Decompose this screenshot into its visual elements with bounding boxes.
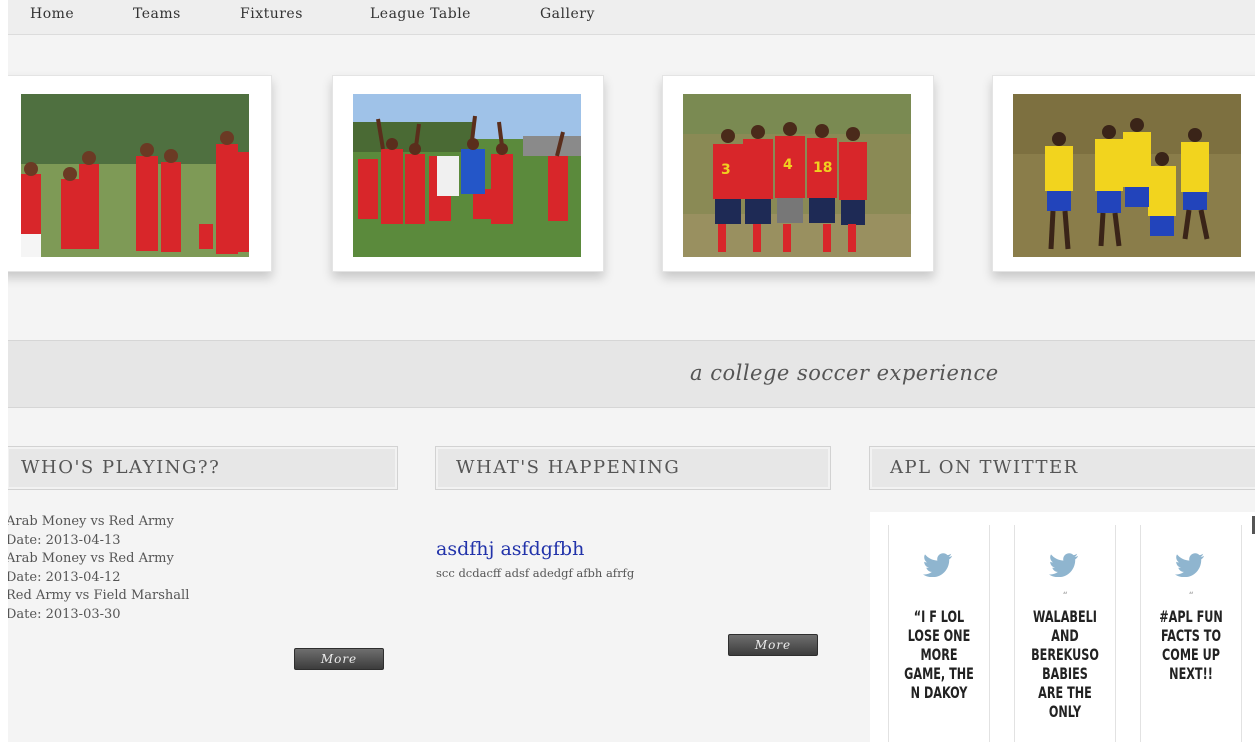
whats-happening-header: WHAT'S HAPPENING	[435, 446, 831, 490]
page: Home Teams Fixtures League Table Gallery	[8, 0, 1255, 742]
tweet-text: WALABELI AND BEREKUSO BABIES ARE THE ONL…	[1031, 607, 1099, 721]
news-body: scc dcdacff adsf adedgf afbh afrfg	[436, 566, 635, 580]
fixtures-list: Arab Money vs Red Army Date: 2013-04-13 …	[8, 513, 189, 624]
svg-text:3: 3	[721, 162, 731, 178]
nav-teams[interactable]: Teams	[133, 6, 181, 22]
twitter-bird-icon	[1175, 553, 1205, 581]
whats-happening-title: WHAT'S HAPPENING	[456, 457, 681, 478]
twitter-title: APL ON TWITTER	[890, 457, 1079, 478]
fixture-match[interactable]: Arab Money vs Red Army	[8, 550, 189, 569]
nav-league-table[interactable]: League Table	[370, 6, 471, 22]
gallery-photo-1[interactable]	[8, 75, 272, 272]
whats-happening-more-button[interactable]: More	[728, 634, 818, 656]
team-photo-red-celebration	[353, 94, 581, 257]
gallery-photo-4[interactable]	[992, 75, 1255, 272]
tweet-quote-mark: “	[1062, 591, 1068, 602]
site-tagline: a college soccer experience	[690, 361, 999, 385]
svg-text:4: 4	[783, 157, 793, 173]
whos-playing-header: WHO'S PLAYING??	[8, 446, 398, 490]
nav-gallery[interactable]: Gallery	[540, 6, 595, 22]
team-photo-red-huddle: 3 4 18	[683, 94, 911, 257]
tagline-band: a college soccer experience	[8, 340, 1255, 408]
nav-fixtures[interactable]: Fixtures	[240, 6, 303, 22]
fixture-date: Date: 2013-04-12	[8, 569, 121, 585]
tweet-text: #APL FUN FACTS TO COME UP NEXT!!	[1159, 607, 1223, 683]
whos-playing-title: WHO'S PLAYING??	[21, 457, 221, 478]
fixture-match[interactable]: Arab Money vs Red Army	[8, 513, 189, 532]
tweet-card[interactable]: “ WALABELI AND BEREKUSO BABIES ARE THE O…	[1014, 525, 1116, 742]
tweet-card[interactable]: “ #APL FUN FACTS TO COME UP NEXT!!	[1140, 525, 1242, 742]
gallery-photo-3[interactable]: 3 4 18	[662, 75, 934, 272]
twitter-widget: “I F LOL LOSE ONE MORE GAME, THE N DAKOY…	[870, 512, 1255, 742]
fixture-match[interactable]: Red Army vs Field Marshall	[8, 587, 189, 606]
fixture-date: Date: 2013-03-30	[8, 606, 121, 622]
whos-playing-more-button[interactable]: More	[294, 648, 384, 670]
gallery-photo-2[interactable]	[332, 75, 604, 272]
tweet-text: “I F LOL LOSE ONE MORE GAME, THE N DAKOY	[904, 607, 974, 702]
svg-text:18: 18	[813, 160, 832, 176]
nav-home[interactable]: Home	[30, 6, 74, 22]
team-photo-yellow-squad	[1013, 94, 1241, 257]
news-title-link[interactable]: asdfhj asfdgfbh	[436, 538, 584, 560]
fixture-date: Date: 2013-04-13	[8, 532, 121, 548]
tweet-card[interactable]: “I F LOL LOSE ONE MORE GAME, THE N DAKOY	[888, 525, 990, 742]
team-photo-red-squad	[21, 94, 249, 257]
twitter-bird-icon	[1049, 553, 1079, 581]
twitter-header: APL ON TWITTER	[869, 446, 1255, 490]
twitter-bird-icon	[923, 553, 953, 581]
tweet-quote-mark: “	[1188, 591, 1194, 602]
main-nav: Home Teams Fixtures League Table Gallery	[8, 0, 1255, 35]
